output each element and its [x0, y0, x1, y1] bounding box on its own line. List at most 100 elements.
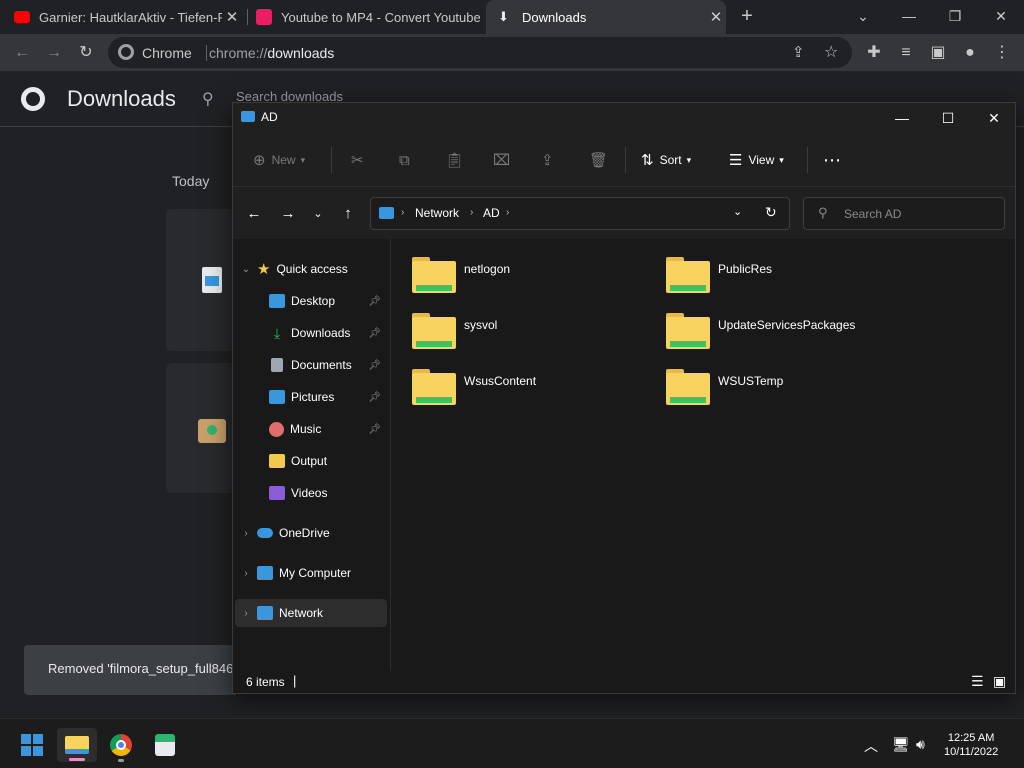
pin-icon[interactable]: 📌︎	[368, 424, 381, 435]
sort-button[interactable]: ⇅ Sort ▾	[641, 148, 691, 172]
pin-icon[interactable]: 📌︎	[368, 360, 381, 371]
back-arrow-icon[interactable]: ←	[10, 41, 34, 65]
minimize-icon[interactable]: —	[879, 103, 925, 133]
chevron-right-icon[interactable]: ›	[235, 568, 257, 579]
sidebar-item-quick-access[interactable]: ⌄ ★ Quick access	[235, 255, 387, 283]
side-panel-icon[interactable]: ▣	[926, 41, 950, 65]
back-arrow-icon[interactable]: ←	[243, 203, 265, 225]
command-divider	[807, 147, 808, 173]
details-view-icon[interactable]: ☰	[971, 673, 984, 690]
delete-icon[interactable]: 🗑︎	[589, 148, 608, 172]
maximize-icon[interactable]: ☐	[925, 103, 971, 133]
tab-close-icon[interactable]: ✕	[222, 8, 242, 26]
search-input[interactable]: ⚲ Search AD	[803, 197, 1005, 230]
url-text: chrome://downloads	[209, 45, 334, 61]
pin-icon[interactable]: 📌︎	[368, 392, 381, 403]
view-list-icon: ☰	[729, 152, 743, 169]
show-hidden-icons-chevron-icon[interactable]: ︿	[864, 736, 878, 756]
taskbar-file-explorer[interactable]	[57, 728, 97, 762]
cut-icon[interactable]: ✂	[351, 148, 364, 172]
folder-item[interactable]: sysvol	[412, 311, 652, 359]
sidebar-item-videos[interactable]: Videos	[235, 479, 387, 507]
new-tab-plus-icon[interactable]: +	[736, 5, 758, 27]
taskbar: ︿ 🖥︎ 🔊︎ 12:25 AM 10/11/2022	[0, 718, 1024, 768]
chrome-menu-icon[interactable]: ⋮	[990, 41, 1014, 65]
reload-icon[interactable]: ↻	[74, 41, 98, 65]
breadcrumb-network[interactable]: Network	[415, 206, 459, 220]
sidebar-item-output[interactable]: Output	[235, 447, 387, 475]
system-clock[interactable]: 12:25 AM 10/11/2022	[944, 731, 998, 759]
address-history-chevron-icon[interactable]: ⌄	[733, 205, 742, 218]
profile-avatar-icon[interactable]: ●	[958, 41, 982, 65]
tab-close-icon[interactable]: ✕	[706, 8, 726, 26]
folder-item[interactable]: PublicRes	[666, 255, 906, 303]
site-label: Chrome	[142, 45, 192, 61]
bookmark-star-icon[interactable]: ☆	[824, 42, 838, 62]
forward-arrow-icon[interactable]: →	[42, 41, 66, 65]
chevron-right-icon[interactable]: ›	[235, 528, 257, 539]
volume-icon[interactable]: 🔊︎	[916, 736, 925, 753]
desktop-icon	[269, 294, 285, 308]
folder-name: UpdateServicesPackages	[718, 318, 856, 332]
pin-icon[interactable]: 📌︎	[368, 328, 381, 339]
sidebar-item-network[interactable]: › Network	[235, 599, 387, 627]
tiles-view-icon[interactable]: ▣	[993, 673, 1006, 690]
sort-icon: ⇅	[641, 152, 654, 169]
sidebar-item-pictures[interactable]: Pictures 📌︎	[235, 383, 387, 411]
chevron-down-icon[interactable]: ⌄	[235, 264, 257, 275]
omnibox[interactable]: Chrome chrome://downloads ⇪ ☆	[108, 37, 852, 68]
pin-icon[interactable]: 📌︎	[368, 296, 381, 307]
command-bar: ⊕ New ▾ ✂ ⧉ 📋︎ ⌧ ⇪ 🗑︎ ⇅ Sort ▾ ☰ View ▾ …	[233, 133, 1015, 187]
folder-item[interactable]: WsusContent	[412, 367, 652, 415]
sidebar-item-label: Quick access	[276, 262, 348, 276]
folder-item[interactable]: WSUSTemp	[666, 367, 906, 415]
network-computer-icon	[241, 111, 255, 122]
folder-icon	[412, 255, 456, 295]
rename-icon[interactable]: ⌧	[493, 148, 510, 172]
extensions-puzzle-icon[interactable]: ✚	[862, 41, 886, 65]
media-queue-icon[interactable]: ≡	[894, 41, 918, 65]
explorer-titlebar[interactable]: AD — ☐ ✕	[233, 103, 1015, 133]
sidebar-item-onedrive[interactable]: › OneDrive	[235, 519, 387, 547]
new-button[interactable]: ⊕ New ▾	[253, 148, 305, 172]
share-icon[interactable]: ⇪	[541, 148, 554, 172]
search-icon[interactable]: ⚲	[202, 89, 214, 109]
star-icon: ★	[257, 261, 271, 278]
folder-item[interactable]: netlogon	[412, 255, 652, 303]
up-arrow-icon[interactable]: ↑	[337, 203, 359, 225]
sidebar-item-label: Videos	[291, 486, 328, 500]
status-bar: 6 items | ☰ ▣	[233, 671, 1015, 693]
recent-locations-chevron-icon[interactable]: ⌄	[307, 203, 329, 225]
sidebar-item-documents[interactable]: Documents 📌︎	[235, 351, 387, 379]
tab-garnier[interactable]: Garnier: HautklarAktiv - Tiefen-Reinigun…	[14, 0, 242, 34]
address-bar[interactable]: › Network › AD › ⌄ ↻	[370, 197, 790, 230]
tab-youtube-to-mp4[interactable]: Youtube to MP4 - Convert Youtube	[256, 0, 480, 34]
share-icon[interactable]: ⇪	[792, 43, 805, 61]
tab-downloads[interactable]: ⬇ Downloads ✕	[486, 0, 726, 34]
sidebar-item-desktop[interactable]: Desktop 📌︎	[235, 287, 387, 315]
chevron-right-icon[interactable]: ›	[235, 608, 257, 619]
tab-search-chevron-icon[interactable]: ⌄	[852, 5, 874, 27]
sidebar-item-downloads[interactable]: ⤓ Downloads 📌︎	[235, 319, 387, 347]
taskbar-chrome[interactable]	[101, 728, 141, 762]
network-status-icon[interactable]: 🖥︎	[892, 736, 910, 753]
forward-arrow-icon[interactable]: →	[277, 203, 299, 225]
copy-icon[interactable]: ⧉	[399, 148, 410, 172]
refresh-icon[interactable]: ↻	[765, 204, 777, 221]
sidebar-item-music[interactable]: Music 📌︎	[235, 415, 387, 443]
breadcrumb-ad[interactable]: AD	[483, 206, 500, 220]
sidebar-item-my-computer[interactable]: › My Computer	[235, 559, 387, 587]
folder-name: sysvol	[464, 318, 498, 332]
view-button[interactable]: ☰ View ▾	[729, 148, 784, 172]
paste-icon[interactable]: 📋︎	[445, 148, 464, 172]
taskbar-installer[interactable]	[145, 728, 185, 762]
more-options-icon[interactable]: ⋯	[823, 148, 841, 172]
close-window-icon[interactable]: ✕	[971, 103, 1017, 133]
restore-icon[interactable]: ❐	[944, 5, 966, 27]
breadcrumb-chevron-icon: ›	[506, 207, 510, 218]
minimize-icon[interactable]: —	[898, 5, 920, 27]
sidebar-item-label: Network	[279, 606, 324, 620]
close-window-icon[interactable]: ✕	[990, 5, 1012, 27]
start-button[interactable]	[12, 728, 52, 762]
folder-item[interactable]: UpdateServicesPackages	[666, 311, 906, 359]
